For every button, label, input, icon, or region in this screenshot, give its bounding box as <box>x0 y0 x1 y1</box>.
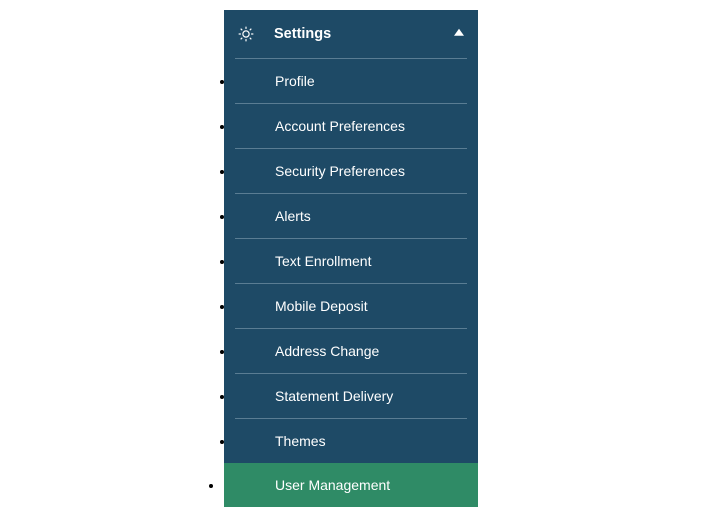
menu-item-themes[interactable]: Themes <box>235 418 467 463</box>
menu-item-label: Profile <box>275 73 315 89</box>
menu-item-label: Statement Delivery <box>275 388 393 404</box>
menu-item-label: Mobile Deposit <box>275 298 368 314</box>
menu-item-alerts[interactable]: Alerts <box>235 193 467 238</box>
menu-item-account-preferences[interactable]: Account Preferences <box>235 103 467 148</box>
settings-menu: Settings Profile Account Preferences Secur… <box>224 10 478 507</box>
menu-item-label: Text Enrollment <box>275 253 371 269</box>
caret-up-icon <box>454 29 464 36</box>
menu-item-label: Account Preferences <box>275 118 405 134</box>
menu-item-profile[interactable]: Profile <box>235 58 467 103</box>
settings-menu-title: Settings <box>274 26 331 42</box>
menu-item-label: Address Change <box>275 343 379 359</box>
menu-item-mobile-deposit[interactable]: Mobile Deposit <box>235 283 467 328</box>
menu-item-security-preferences[interactable]: Security Preferences <box>235 148 467 193</box>
menu-item-statement-delivery[interactable]: Statement Delivery <box>235 373 467 418</box>
menu-item-address-change[interactable]: Address Change <box>235 328 467 373</box>
menu-item-label: Themes <box>275 433 326 449</box>
gear-icon <box>236 24 256 44</box>
settings-menu-items: Profile Account Preferences Security Prefe… <box>224 58 478 507</box>
settings-menu-header[interactable]: Settings <box>224 10 478 58</box>
menu-item-label: Alerts <box>275 208 311 224</box>
menu-item-user-management[interactable]: User Management <box>224 463 478 507</box>
menu-item-label: User Management <box>275 477 390 493</box>
menu-item-text-enrollment[interactable]: Text Enrollment <box>235 238 467 283</box>
menu-item-label: Security Preferences <box>275 163 405 179</box>
